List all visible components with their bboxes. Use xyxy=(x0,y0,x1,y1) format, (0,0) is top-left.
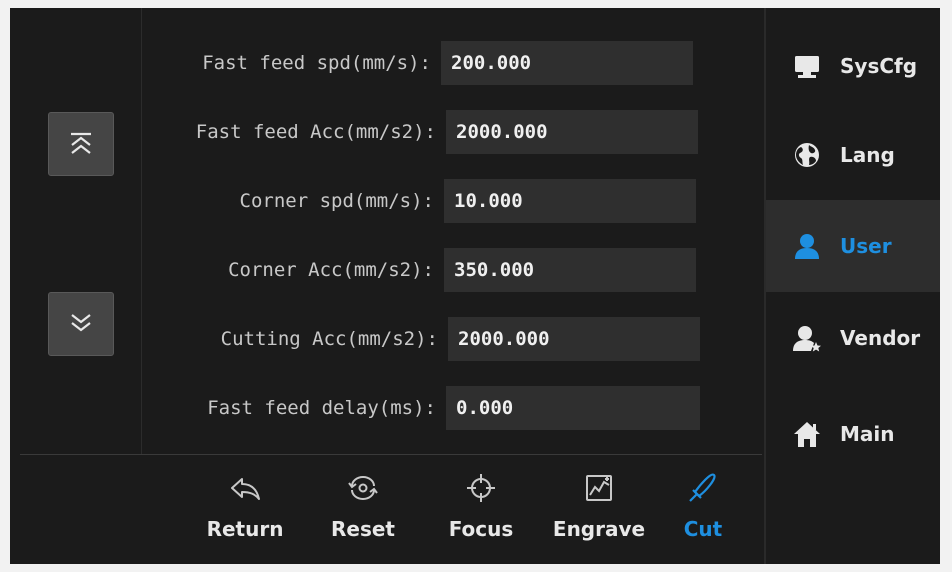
fast-feed-spd-input[interactable]: 200.000 xyxy=(441,41,693,85)
param-row-corner-spd: Corner spd(mm/s): 10.000 xyxy=(141,179,696,223)
param-label: Fast feed delay(ms): xyxy=(207,397,436,419)
knife-icon xyxy=(689,473,716,502)
param-row-fast-feed-delay: Fast feed delay(ms): 0.000 xyxy=(141,386,700,430)
cut-label: Cut xyxy=(683,517,723,541)
param-label: Cutting Acc(mm/s2): xyxy=(220,328,438,350)
focus-button[interactable]: Focus xyxy=(426,463,536,563)
param-label: Corner spd(mm/s): xyxy=(239,190,434,212)
side-item-main[interactable]: Main xyxy=(766,388,940,480)
globe-icon xyxy=(795,143,819,167)
side-item-syscfg[interactable]: SysCfg xyxy=(766,20,940,112)
double-chevron-down-icon xyxy=(71,314,91,332)
side-item-label: Lang xyxy=(840,143,895,167)
side-item-label: Main xyxy=(840,422,895,446)
param-label: Fast feed spd(mm/s): xyxy=(202,52,431,74)
cut-button[interactable]: Cut xyxy=(648,463,758,563)
side-item-label: SysCfg xyxy=(840,54,918,78)
corner-spd-input[interactable]: 10.000 xyxy=(444,179,696,223)
return-label: Return xyxy=(206,517,284,541)
engrave-icon xyxy=(586,475,612,501)
crosshair-icon xyxy=(467,474,495,502)
return-button[interactable]: Return xyxy=(190,463,300,563)
cutting-acc-input[interactable]: 2000.000 xyxy=(448,317,700,361)
param-row-corner-acc: Corner Acc(mm/s2): 350.000 xyxy=(141,248,696,292)
param-row-cutting-acc: Cutting Acc(mm/s2): 2000.000 xyxy=(141,317,700,361)
page-down-button[interactable] xyxy=(48,292,114,356)
page-up-button[interactable] xyxy=(48,112,114,176)
device-screen: Fast feed spd(mm/s): 200.000 Fast feed A… xyxy=(10,8,940,564)
vendor-icon xyxy=(793,326,821,352)
reset-label: Reset xyxy=(331,517,395,541)
monitor-icon xyxy=(795,56,819,78)
bottom-action-bar: Return Reset Focus Engrave Cut xyxy=(190,463,750,563)
home-icon xyxy=(794,422,820,447)
user-icon xyxy=(795,234,819,259)
left-rail xyxy=(10,8,142,454)
reset-icon xyxy=(348,476,378,500)
side-item-label: User xyxy=(840,234,892,258)
param-row-fast-feed-spd: Fast feed spd(mm/s): 200.000 xyxy=(141,41,693,85)
side-item-user[interactable]: User xyxy=(766,200,940,292)
engrave-button[interactable]: Engrave xyxy=(544,463,654,563)
double-chevron-up-icon xyxy=(71,132,91,154)
corner-acc-input[interactable]: 350.000 xyxy=(444,248,696,292)
param-label: Corner Acc(mm/s2): xyxy=(228,259,434,281)
side-item-vendor[interactable]: Vendor xyxy=(766,292,940,384)
fast-feed-acc-input[interactable]: 2000.000 xyxy=(446,110,698,154)
focus-label: Focus xyxy=(448,517,514,541)
divider xyxy=(20,454,762,455)
side-item-label: Vendor xyxy=(840,326,921,350)
engrave-label: Engrave xyxy=(552,517,646,541)
param-row-fast-feed-acc: Fast feed Acc(mm/s2): 2000.000 xyxy=(141,110,698,154)
reset-button[interactable]: Reset xyxy=(308,463,418,563)
param-label: Fast feed Acc(mm/s2): xyxy=(195,121,436,143)
fast-feed-delay-input[interactable]: 0.000 xyxy=(446,386,700,430)
side-item-lang[interactable]: Lang xyxy=(766,109,940,201)
side-menu: SysCfg Lang User Vendor Main xyxy=(764,8,940,564)
return-arrow-icon xyxy=(231,478,260,500)
